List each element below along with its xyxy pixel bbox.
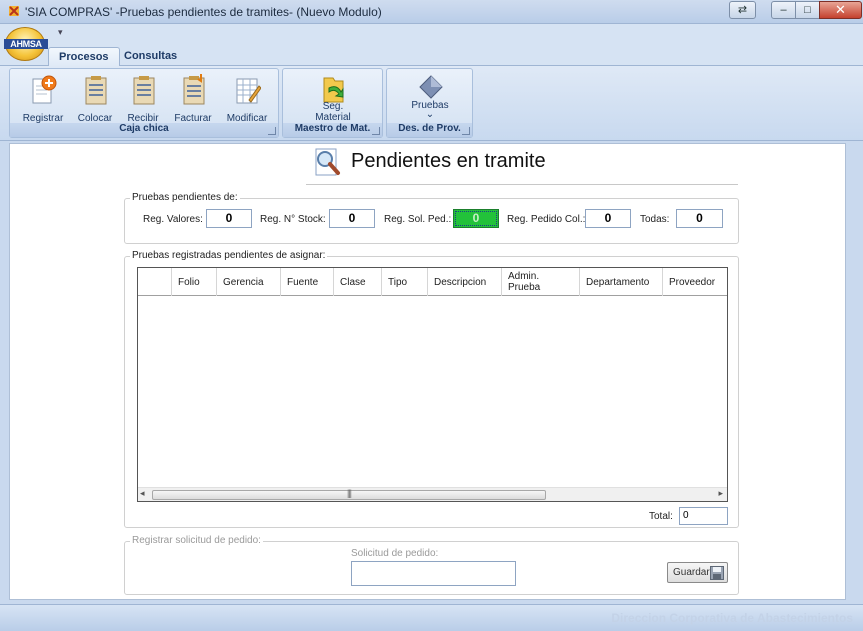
reg-pedido-col-label: Reg. Pedido Col.: xyxy=(507,214,586,225)
row-header-column[interactable] xyxy=(138,268,172,296)
minimize-button[interactable]: – xyxy=(771,1,796,19)
total-label: Total: xyxy=(649,511,673,522)
column-descripcion[interactable]: Descripcion xyxy=(428,268,502,296)
grid-legend: Pruebas registradas pendientes de asigna… xyxy=(130,250,328,261)
recibir-button[interactable]: Recibir xyxy=(118,71,168,124)
column-proveedor[interactable]: Proveedor xyxy=(663,268,727,296)
page-title: Pendientes en tramite xyxy=(351,150,546,172)
guardar-label: Guardar xyxy=(673,567,710,578)
reg-valores-field[interactable]: 0 xyxy=(206,209,252,228)
maximize-icon: □ xyxy=(804,4,811,16)
total-field[interactable]: 0 xyxy=(679,507,728,525)
reg-sol-ped-field[interactable]: 0 xyxy=(453,209,499,228)
app-logo[interactable]: AHMSA xyxy=(4,27,48,61)
search-document-icon xyxy=(315,148,340,176)
column-gerencia[interactable]: Gerencia xyxy=(217,268,281,296)
guardar-button[interactable]: Guardar xyxy=(667,562,728,583)
group-caja-chica: Registrar Colocar Recibir Facturar Modif… xyxy=(9,68,279,138)
caja-chica-launcher-icon[interactable] xyxy=(268,127,276,135)
clipboard-icon xyxy=(133,76,155,105)
des-prov-launcher-icon[interactable] xyxy=(462,127,470,135)
scroll-thumb[interactable]: ||| xyxy=(152,488,546,500)
register-legend: Registrar solicitud de pedido: xyxy=(130,535,263,546)
reg-sol-ped-label: Reg. Sol. Ped.: xyxy=(384,214,452,225)
save-icon xyxy=(710,566,724,580)
reg-stock-field[interactable]: 0 xyxy=(329,209,375,228)
logo-text: AHMSA xyxy=(4,39,48,49)
clipboard-icon xyxy=(85,76,107,105)
todas-field[interactable]: 0 xyxy=(676,209,723,228)
clipboard-arrow-icon xyxy=(183,74,205,105)
minimize-icon: – xyxy=(780,4,787,16)
group-maestro: Seg. Material Maestro de Mat. xyxy=(282,68,383,138)
title-bar: 'SIA COMPRAS' -Pruebas pendientes de tra… xyxy=(0,0,863,24)
close-button[interactable]: ✕ xyxy=(819,1,862,19)
tab-consultas[interactable]: Consultas xyxy=(114,47,187,67)
qat-dropdown-icon[interactable]: ▾ xyxy=(58,27,63,38)
restore-button[interactable]: ⇄ xyxy=(729,1,756,19)
seg-material-label-2: Material xyxy=(315,112,351,123)
pending-legend: Pruebas pendientes de: xyxy=(130,192,240,203)
ribbon-tabs: Procesos Consultas xyxy=(0,44,863,67)
spreadsheet-edit-icon xyxy=(236,78,261,104)
data-grid[interactable]: Folio Gerencia Fuente Clase Tipo Descrip… xyxy=(137,267,728,502)
modificar-button[interactable]: Modificar xyxy=(222,71,272,124)
todas-label: Todas: xyxy=(640,214,670,225)
reg-valores-label: Reg. Valores: xyxy=(143,214,203,225)
horizontal-scrollbar[interactable]: ◂ ||| ▸ xyxy=(138,487,727,501)
group-maestro-label: Maestro de Mat. xyxy=(283,123,382,137)
seg-material-button[interactable]: Seg. Material xyxy=(308,71,358,123)
group-des-prov-label: Des. de Prov. xyxy=(387,123,472,137)
scroll-grip-icon: ||| xyxy=(346,488,352,498)
status-text: Direccion Corporativa de Abastecimientos xyxy=(611,611,853,625)
window-title: 'SIA COMPRAS' -Pruebas pendientes de tra… xyxy=(25,5,382,19)
facturar-button[interactable]: Facturar xyxy=(168,71,218,124)
column-tipo[interactable]: Tipo xyxy=(382,268,428,296)
solicitud-field[interactable] xyxy=(351,561,516,586)
column-clase[interactable]: Clase xyxy=(334,268,382,296)
restore-icon: ⇄ xyxy=(737,4,748,16)
column-fuente[interactable]: Fuente xyxy=(281,268,334,296)
maestro-launcher-icon[interactable] xyxy=(372,127,380,135)
column-admin-prueba[interactable]: Admin. Prueba xyxy=(502,268,580,296)
column-departamento[interactable]: Departamento xyxy=(580,268,663,296)
pruebas-dropdown-icon: ⌄ xyxy=(425,109,435,120)
group-caja-chica-label: Caja chica xyxy=(10,123,278,137)
title-divider xyxy=(306,184,738,186)
maximize-button[interactable]: □ xyxy=(795,1,820,19)
ribbon: Registrar Colocar Recibir Facturar Modif… xyxy=(0,66,863,141)
scroll-right-icon[interactable]: ▸ xyxy=(718,488,723,499)
reg-pedido-col-field[interactable]: 0 xyxy=(585,209,631,228)
solicitud-label: Solicitud de pedido: xyxy=(351,548,439,559)
column-folio[interactable]: Folio xyxy=(172,268,217,296)
status-bar: Direccion Corporativa de Abastecimientos xyxy=(0,604,863,631)
registrar-button[interactable]: Registrar xyxy=(18,71,68,124)
pruebas-button[interactable]: Pruebas ⌄ xyxy=(405,71,455,123)
quick-access-toolbar: ▾ xyxy=(0,24,863,44)
document-add-icon xyxy=(32,75,57,104)
scroll-left-icon[interactable]: ◂ xyxy=(140,488,145,499)
seg-material-label-1: Seg. xyxy=(322,101,344,112)
grid-header: Folio Gerencia Fuente Clase Tipo Descrip… xyxy=(138,268,727,296)
close-icon: ✕ xyxy=(835,2,846,17)
app-icon xyxy=(9,6,19,16)
reg-stock-label: Reg. N° Stock: xyxy=(260,214,326,225)
tab-procesos[interactable]: Procesos xyxy=(48,47,120,67)
group-des-prov: Pruebas ⌄ Des. de Prov. xyxy=(386,68,473,138)
